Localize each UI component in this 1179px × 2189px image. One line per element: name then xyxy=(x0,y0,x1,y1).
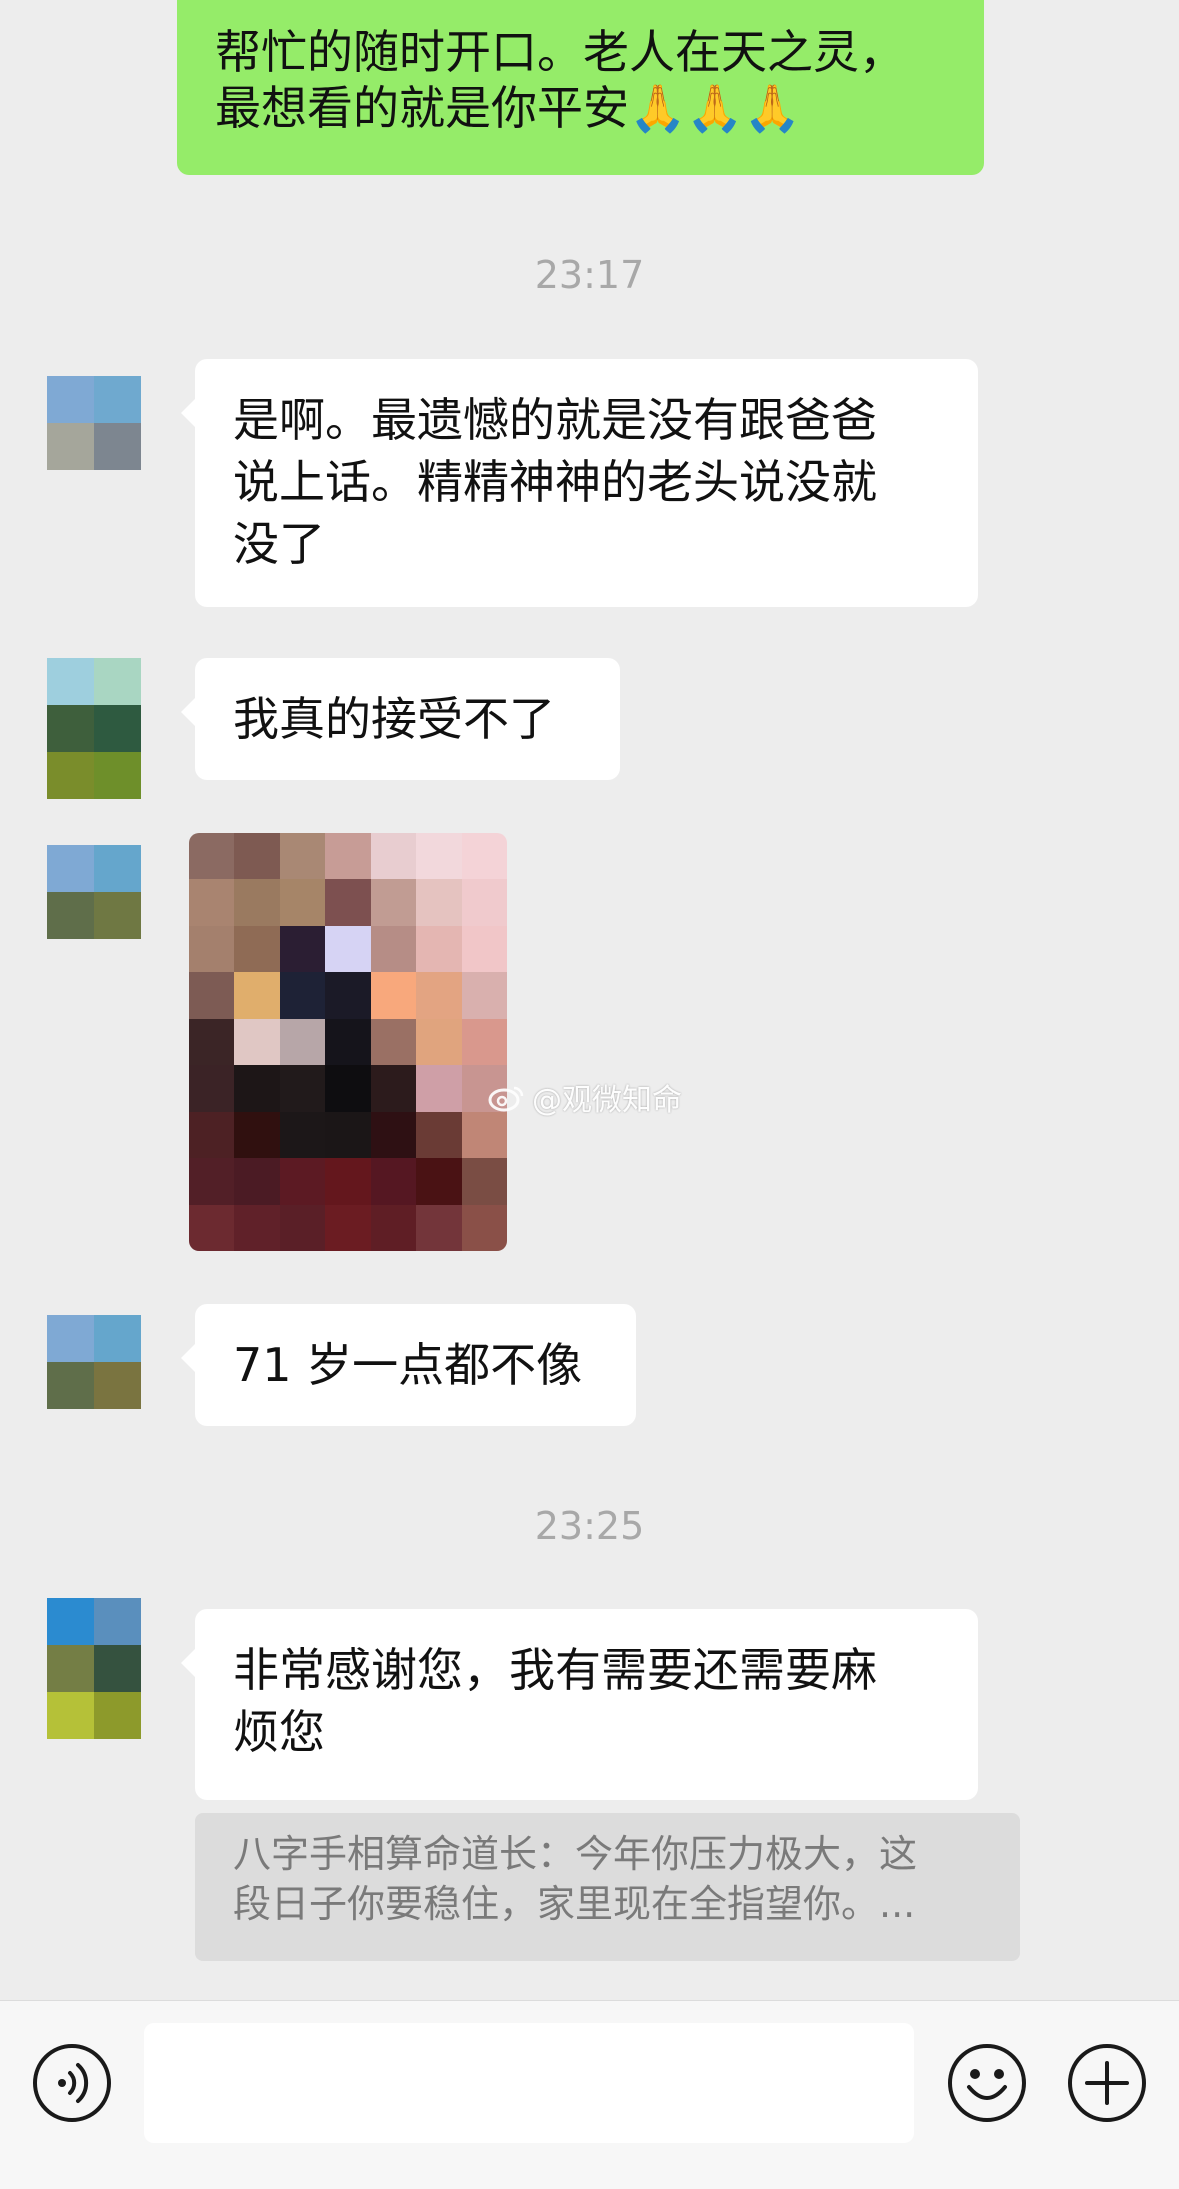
timestamp: 23:25 xyxy=(534,1504,645,1548)
message-line: 说上话。精精神神的老头说没就 xyxy=(233,455,877,509)
more-button[interactable] xyxy=(1067,2043,1147,2123)
received-message-bubble[interactable]: 是啊。最遗憾的就是没有跟爸爸 说上话。精精神神的老头说没就 没了 xyxy=(181,359,978,607)
timestamp: 23:17 xyxy=(534,253,645,297)
watermark-text: @观微知命 xyxy=(532,1083,682,1118)
image-watermark: @观微知命 xyxy=(488,1075,682,1119)
avatar[interactable] xyxy=(47,1315,141,1409)
voice-icon xyxy=(33,2044,111,2122)
received-message-bubble[interactable]: 非常感谢您，我有需要还需要麻 烦您 xyxy=(181,1609,978,1800)
received-message-bubble[interactable]: 71 岁一点都不像 xyxy=(181,1304,636,1426)
quote-line: 八字手相算命道长：今年你压力极大，这 xyxy=(233,1832,918,1876)
received-message-bubble[interactable]: 我真的接受不了 xyxy=(181,658,620,780)
avatar[interactable] xyxy=(47,376,141,470)
message-line: 是啊。最遗憾的就是没有跟爸爸 xyxy=(233,393,877,447)
quoted-message[interactable]: 八字手相算命道长：今年你压力极大，这 段日子你要稳住，家里现在全指望你。... xyxy=(195,1813,1020,1961)
avatar[interactable] xyxy=(47,658,141,799)
image-message[interactable] xyxy=(189,833,507,1251)
message-line: 烦您 xyxy=(233,1705,325,1759)
quote-line: 段日子你要稳住，家里现在全指望你。... xyxy=(233,1882,916,1926)
avatar[interactable] xyxy=(47,1598,141,1739)
sent-message-line: 最想看的就是你平安🙏🙏🙏 xyxy=(215,81,801,135)
message-line: 没了 xyxy=(233,517,325,571)
emoji-icon xyxy=(948,2044,1026,2122)
emoji-button[interactable] xyxy=(947,2043,1027,2123)
sent-message-bubble[interactable]: 帮忙的随时开口。老人在天之灵， 最想看的就是你平安🙏🙏🙏 xyxy=(177,0,984,175)
message-text: 71 岁一点都不像 xyxy=(233,1338,583,1392)
sent-message-line: 帮忙的随时开口。老人在天之灵， xyxy=(215,25,905,79)
plus-icon xyxy=(1068,2044,1146,2122)
message-text: 我真的接受不了 xyxy=(233,692,555,746)
voice-button[interactable] xyxy=(32,2043,112,2123)
weibo-logo-icon xyxy=(488,1086,524,1112)
message-input[interactable] xyxy=(144,2023,914,2143)
avatar[interactable] xyxy=(47,845,141,939)
message-line: 非常感谢您，我有需要还需要麻 xyxy=(233,1643,877,1697)
